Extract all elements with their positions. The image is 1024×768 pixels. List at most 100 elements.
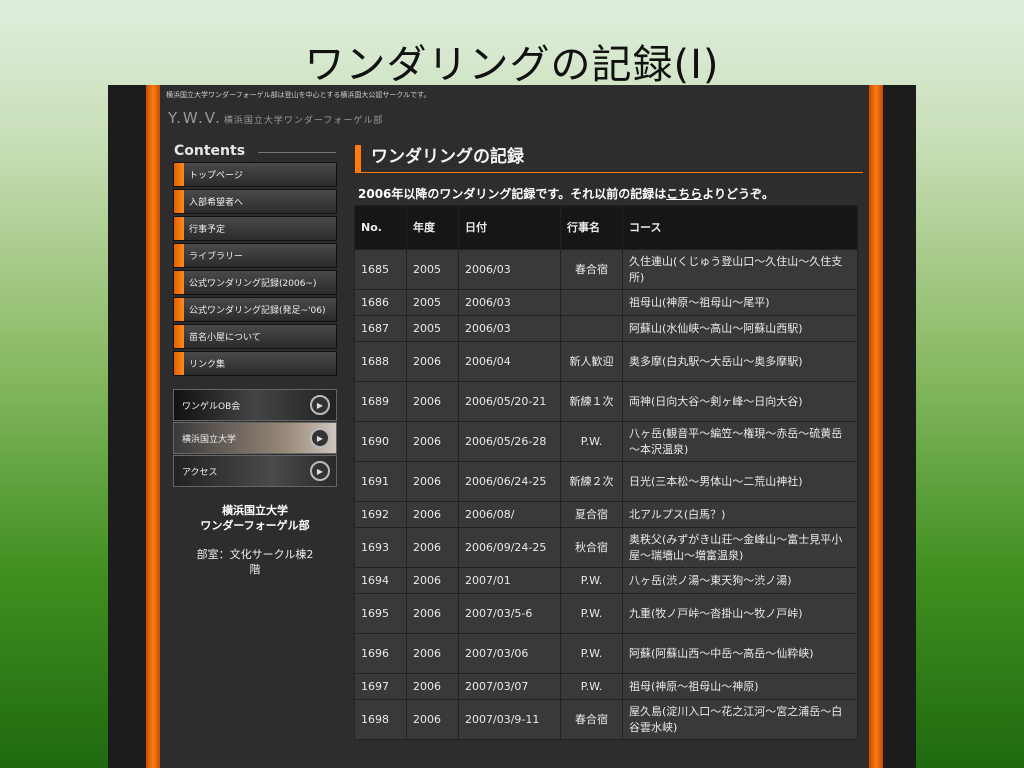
- contents-heading: Contents: [174, 143, 336, 159]
- menu-item-join[interactable]: 入部希望者へ: [173, 189, 337, 214]
- sidebar-banners: ワンゲルOB会 ▶ 横浜国立大学 ▶ アクセス ▶: [173, 389, 337, 488]
- cell-event: 新練２次: [560, 461, 623, 502]
- cell-course: 屋久島(淀川入口～花之江河～宮之浦岳～白谷雲水峡): [622, 699, 858, 740]
- cell-date: 2006/04: [458, 341, 561, 382]
- cell-no: 1687: [354, 315, 407, 342]
- menu-item-label: ライブラリー: [189, 252, 244, 262]
- club-name-line: ワンダーフォーゲル部: [200, 519, 310, 532]
- cell-date: 2006/03: [458, 249, 561, 290]
- sidebar-menu: トップページ 入部希望者へ 行事予定 ライブラリー 公式ワンダリング記録(200…: [173, 162, 337, 378]
- logo-text: Y.W.V.: [168, 109, 222, 127]
- header-year: 年度: [406, 205, 459, 250]
- menu-item-schedule[interactable]: 行事予定: [173, 216, 337, 241]
- banner-label: アクセス: [182, 467, 218, 478]
- cell-course: 両神(日向大谷～剣ヶ峰～日向大谷): [622, 381, 858, 422]
- menu-item-records-2006[interactable]: 公式ワンダリング記録(2006~): [173, 270, 337, 295]
- cell-date: 2006/09/24-25: [458, 527, 561, 568]
- site-logo[interactable]: Y.W.V. 横浜国立大学ワンダーフォーゲル部: [168, 109, 383, 127]
- menu-item-records-early[interactable]: 公式ワンダリング記録(発足~'06): [173, 297, 337, 322]
- cell-course: 阿蘇山(水仙峡～高山～阿蘇山西駅): [622, 315, 858, 342]
- club-room-line: 部室：文化サークル棟2: [196, 548, 314, 561]
- header-no: No.: [354, 205, 407, 250]
- table-row: 1691 2006 2006/06/24-25 新練２次 日光(三本松～男体山～二荒山神…: [354, 461, 858, 502]
- header-date: 日付: [458, 205, 561, 250]
- records-table: No. 年度 日付 行事名 コース 1685 2005 2006/03 春合宿 久住連山…: [354, 205, 858, 740]
- logo-subtitle: 横浜国立大学ワンダーフォーゲル部: [223, 116, 384, 126]
- banner-ob-association[interactable]: ワンゲルOB会 ▶: [173, 389, 337, 421]
- cell-year: 2005: [406, 249, 459, 290]
- menu-item-label: リンク集: [189, 360, 226, 370]
- cell-date: 2007/01: [458, 567, 561, 594]
- cell-event: P.W.: [560, 673, 623, 700]
- slide-title: ワンダリングの記録(Ⅰ): [304, 42, 720, 88]
- intro-text: 2006年以降のワンダリング記録です。それ以前の記録はこちらよりどうぞ。: [358, 185, 868, 202]
- table-row: 1694 2006 2007/01 P.W. 八ヶ岳(渋ノ湯～東天狗～渋ノ湯): [354, 567, 858, 594]
- cell-no: 1695: [354, 593, 407, 634]
- cell-course: 八ヶ岳(観音平～編笠～権現～赤岳～硫黄岳～本沢温泉): [622, 421, 858, 462]
- cell-no: 1688: [354, 341, 407, 382]
- cell-event: [560, 315, 623, 342]
- play-icon: ▶: [310, 461, 330, 481]
- cell-year: 2006: [406, 461, 459, 502]
- cell-no: 1696: [354, 633, 407, 674]
- cell-course: 久住連山(くじゅう登山口～久住山～久住支所): [622, 249, 858, 290]
- menu-item-top[interactable]: トップページ: [173, 162, 337, 187]
- cell-date: 2007/03/06: [458, 633, 561, 674]
- cell-event: 秋合宿: [560, 527, 623, 568]
- cell-date: 2006/06/24-25: [458, 461, 561, 502]
- cell-course: 九重(牧ノ戸峠～沓掛山～牧ノ戸峠): [622, 593, 858, 634]
- table-row: 1688 2006 2006/04 新人歓迎 奥多摩(白丸駅～大岳山～奥多摩駅): [354, 341, 858, 382]
- cell-course: 日光(三本松～男体山～二荒山神社): [622, 461, 858, 502]
- cell-year: 2006: [406, 673, 459, 700]
- menu-item-library[interactable]: ライブラリー: [173, 243, 337, 268]
- cell-no: 1685: [354, 249, 407, 290]
- menu-tab-marker: [174, 217, 184, 240]
- cell-no: 1698: [354, 699, 407, 740]
- cell-course: 八ヶ岳(渋ノ湯～東天狗～渋ノ湯): [622, 567, 858, 594]
- records-body: 1685 2005 2006/03 春合宿 久住連山(くじゅう登山口～久住山～久住支所)…: [354, 249, 858, 740]
- intro-prefix: 2006年以降のワンダリング記録です。それ以前の記録は: [358, 187, 667, 201]
- menu-item-label: 苗名小屋について: [189, 333, 261, 343]
- cell-no: 1689: [354, 381, 407, 422]
- banner-label: 横浜国立大学: [182, 434, 237, 445]
- menu-item-label: 公式ワンダリング記録(2006~): [189, 279, 317, 289]
- table-row: 1690 2006 2006/05/26-28 P.W. 八ヶ岳(観音平～編笠～権現～赤…: [354, 421, 858, 462]
- cell-year: 2005: [406, 315, 459, 342]
- menu-tab-marker: [174, 190, 184, 213]
- cell-year: 2006: [406, 699, 459, 740]
- left-orange-stripe: [146, 85, 160, 768]
- page-title: ワンダリングの記録: [355, 145, 863, 173]
- table-row: 1687 2005 2006/03 阿蘇山(水仙峡～高山～阿蘇山西駅): [354, 315, 858, 342]
- website-screenshot: 横浜国立大学ワンダーフォーゲル部は登山を中心とする横浜国大公認サークルです。 Y…: [108, 85, 916, 768]
- right-orange-stripe: [869, 85, 883, 768]
- cell-event: P.W.: [560, 421, 623, 462]
- menu-tab-marker: [174, 271, 184, 294]
- cell-no: 1691: [354, 461, 407, 502]
- cell-year: 2006: [406, 567, 459, 594]
- play-icon: ▶: [310, 428, 330, 448]
- menu-item-links[interactable]: リンク集: [173, 351, 337, 376]
- banner-access[interactable]: アクセス ▶: [173, 455, 337, 487]
- menu-item-hut[interactable]: 苗名小屋について: [173, 324, 337, 349]
- menu-item-label: トップページ: [189, 171, 243, 181]
- cell-course: 奥秩父(みずがき山荘～金峰山～富士見平小屋～瑞墻山～増富温泉): [622, 527, 858, 568]
- header-course: コース: [622, 205, 858, 250]
- site-tagline: 横浜国立大学ワンダーフォーゲル部は登山を中心とする横浜国大公認サークルです。: [166, 91, 431, 99]
- banner-university[interactable]: 横浜国立大学 ▶: [173, 422, 337, 454]
- site-content: 横浜国立大学ワンダーフォーゲル部は登山を中心とする横浜国大公認サークルです。 Y…: [160, 85, 869, 768]
- table-row: 1697 2006 2007/03/07 P.W. 祖母(神原～祖母山～神原): [354, 673, 858, 700]
- cell-course: 祖母(神原～祖母山～神原): [622, 673, 858, 700]
- cell-event: 新練１次: [560, 381, 623, 422]
- banner-label: ワンゲルOB会: [182, 401, 241, 412]
- cell-no: 1692: [354, 501, 407, 528]
- menu-tab-marker: [174, 298, 184, 321]
- cell-date: 2007/03/5-6: [458, 593, 561, 634]
- cell-year: 2005: [406, 289, 459, 316]
- club-name-line: 横浜国立大学: [222, 504, 288, 517]
- menu-tab-marker: [174, 163, 184, 186]
- cell-date: 2006/05/26-28: [458, 421, 561, 462]
- older-records-link[interactable]: こちら: [666, 187, 702, 201]
- cell-event: P.W.: [560, 633, 623, 674]
- cell-event: P.W.: [560, 593, 623, 634]
- cell-course: 阿蘇(阿蘇山西～中岳～高岳～仙粋峡): [622, 633, 858, 674]
